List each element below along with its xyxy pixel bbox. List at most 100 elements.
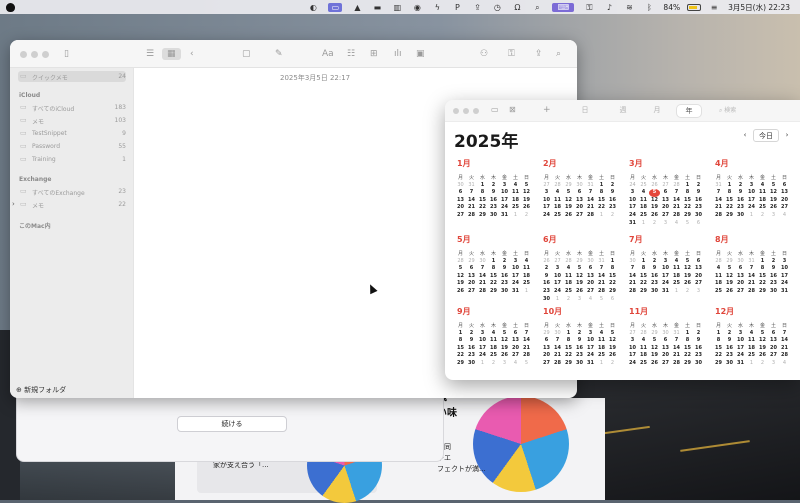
- day-cell[interactable]: 8: [638, 265, 649, 273]
- day-cell[interactable]: 3: [585, 330, 596, 338]
- day-cell[interactable]: 18: [488, 345, 499, 353]
- day-cell[interactable]: 23: [693, 352, 704, 360]
- day-cell[interactable]: 28: [552, 360, 563, 368]
- day-cell[interactable]: 30: [693, 212, 704, 220]
- day-cell[interactable]: 2: [649, 220, 660, 228]
- day-cell[interactable]: 4: [671, 220, 682, 228]
- day-cell[interactable]: 30: [499, 288, 510, 296]
- day-cell[interactable]: 17: [477, 345, 488, 353]
- day-cell[interactable]: 1: [596, 360, 607, 368]
- day-cell[interactable]: 7: [596, 265, 607, 273]
- day-cell[interactable]: 12: [607, 337, 618, 345]
- day-cell[interactable]: 25: [521, 280, 532, 288]
- day-cell[interactable]: 19: [768, 197, 779, 205]
- day-cell[interactable]: 31: [627, 220, 638, 228]
- day-cell[interactable]: 13: [768, 337, 779, 345]
- day-cell[interactable]: 1: [596, 212, 607, 220]
- day-cell[interactable]: 29: [607, 288, 618, 296]
- month-name[interactable]: 11月: [629, 306, 648, 317]
- day-cell[interactable]: 13: [466, 273, 477, 281]
- day-cell[interactable]: 3: [499, 360, 510, 368]
- day-cell[interactable]: 6: [660, 337, 671, 345]
- day-cell[interactable]: 26: [607, 352, 618, 360]
- day-cell[interactable]: 1: [563, 330, 574, 338]
- disclosure-chevron-icon[interactable]: ›: [12, 200, 15, 208]
- day-cell[interactable]: 16: [693, 345, 704, 353]
- month-block[interactable]: 12月月火水木金土日 1 2 3 4 5 6 7 8 9 10 11 12 13 14 15 16 17 18 19 2…: [713, 306, 791, 378]
- day-cell[interactable]: 19: [649, 352, 660, 360]
- day-cell[interactable]: 5: [521, 182, 532, 190]
- month-block[interactable]: 6月月火水木金土日 26 27 28 29 30 31 1 2 3 4 5 6 7 8 9 10 11 12 13 14…: [541, 234, 619, 306]
- day-cell[interactable]: 28: [638, 330, 649, 338]
- day-cell[interactable]: 1: [724, 182, 735, 190]
- gallery-view-icon[interactable]: ▦: [162, 48, 181, 60]
- day-cell[interactable]: 28: [596, 288, 607, 296]
- day-cell[interactable]: 29: [563, 360, 574, 368]
- day-cell[interactable]: 19: [499, 345, 510, 353]
- day-cell[interactable]: 29: [638, 288, 649, 296]
- day-cell[interactable]: 16: [768, 273, 779, 281]
- day-cell[interactable]: 29: [455, 360, 466, 368]
- month-block[interactable]: 2月月火水木金土日 27 28 29 30 31 1 2 3 4 5 6 7 8 9 10 11 12 13 14 15…: [541, 158, 619, 230]
- day-cell[interactable]: 12: [455, 273, 466, 281]
- month-name[interactable]: 4月: [715, 158, 729, 169]
- day-cell[interactable]: 2: [649, 258, 660, 266]
- apple-menu-icon[interactable]: [6, 2, 15, 12]
- day-cell[interactable]: 30: [455, 182, 466, 190]
- day-cell[interactable]: 8: [477, 189, 488, 197]
- day-cell[interactable]: 12: [757, 337, 768, 345]
- day-cell[interactable]: 4: [596, 330, 607, 338]
- app-p-icon[interactable]: P: [452, 3, 462, 12]
- day-cell[interactable]: 3: [735, 330, 746, 338]
- day-cell[interactable]: 6: [455, 189, 466, 197]
- day-cell[interactable]: 30: [574, 182, 585, 190]
- collaborate-icon[interactable]: ⚇: [480, 48, 488, 60]
- day-cell[interactable]: 8: [607, 265, 618, 273]
- day-cell[interactable]: 7: [477, 265, 488, 273]
- music-icon[interactable]: ♪: [604, 3, 614, 12]
- wifi-icon[interactable]: ≋: [624, 3, 634, 12]
- day-cell[interactable]: 15: [607, 273, 618, 281]
- calendars-list-icon[interactable]: ▭: [491, 104, 499, 116]
- day-cell[interactable]: 21: [521, 345, 532, 353]
- day-cell[interactable]: 1: [455, 330, 466, 338]
- day-cell[interactable]: 14: [585, 197, 596, 205]
- month-name[interactable]: 2月: [543, 158, 557, 169]
- day-cell[interactable]: 15: [638, 273, 649, 281]
- day-cell[interactable]: 26: [649, 360, 660, 368]
- day-cell[interactable]: 17: [660, 273, 671, 281]
- day-cell[interactable]: 25: [563, 288, 574, 296]
- day-cell[interactable]: 18: [563, 280, 574, 288]
- day-cell[interactable]: 5: [649, 337, 660, 345]
- day-cell[interactable]: 5: [724, 265, 735, 273]
- day-cell[interactable]: 20: [466, 280, 477, 288]
- day-cell[interactable]: 28: [713, 212, 724, 220]
- day-cell[interactable]: 21: [671, 204, 682, 212]
- day-cell[interactable]: 2: [724, 330, 735, 338]
- sidebar-item-exchange-notes[interactable]: › ▭ メモ 22: [12, 199, 126, 210]
- day-cell[interactable]: 4: [779, 212, 790, 220]
- day-cell[interactable]: 24: [779, 280, 790, 288]
- day-cell[interactable]: 3: [627, 189, 638, 197]
- calendar-search-field[interactable]: ⌕ 検索: [719, 105, 789, 117]
- upload-icon[interactable]: ⇪: [472, 3, 482, 12]
- day-cell[interactable]: 25: [757, 204, 768, 212]
- day-cell[interactable]: 17: [552, 280, 563, 288]
- day-cell[interactable]: 19: [649, 204, 660, 212]
- day-cell[interactable]: 1: [682, 330, 693, 338]
- day-cell[interactable]: 7: [671, 337, 682, 345]
- day-cell[interactable]: 19: [757, 345, 768, 353]
- day-cell[interactable]: 2: [607, 360, 618, 368]
- day-cell[interactable]: 13: [455, 197, 466, 205]
- day-cell[interactable]: 19: [521, 197, 532, 205]
- day-cell[interactable]: 3: [693, 288, 704, 296]
- sidebar-toggle-icon[interactable]: ▯: [64, 48, 69, 60]
- day-cell[interactable]: 19: [682, 273, 693, 281]
- month-name[interactable]: 10月: [543, 306, 562, 317]
- day-cell[interactable]: 31: [510, 288, 521, 296]
- day-cell[interactable]: 28: [466, 212, 477, 220]
- sidebar-item-notes[interactable]: ▭ メモ 103: [18, 115, 126, 126]
- day-cell[interactable]: 6: [779, 182, 790, 190]
- day-cell[interactable]: 16: [488, 197, 499, 205]
- month-name[interactable]: 1月: [457, 158, 471, 169]
